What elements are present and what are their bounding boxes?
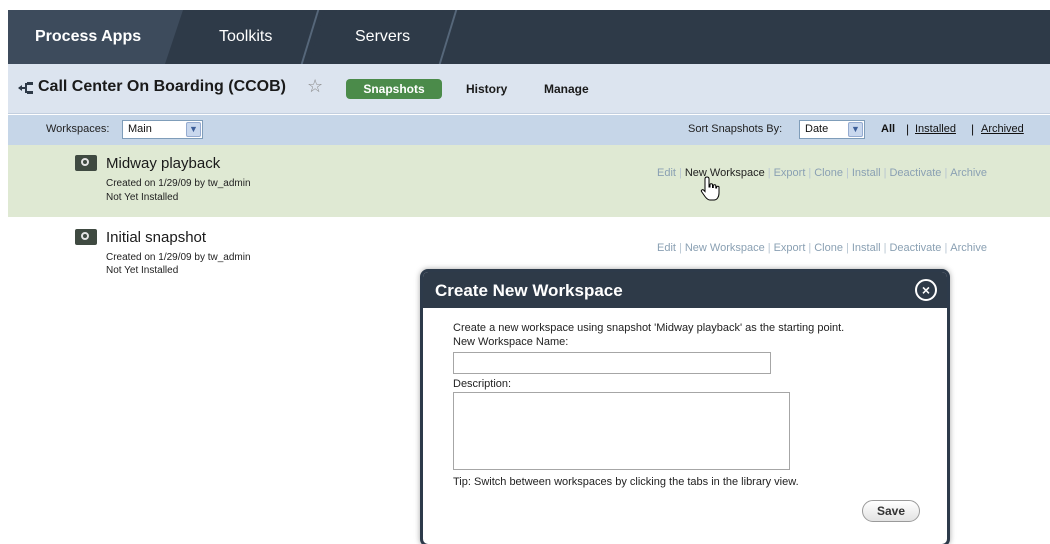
snapshot-created: Created on 1/29/09 by tw_admin (106, 178, 251, 189)
deactivate-link[interactable]: Deactivate (889, 242, 941, 254)
tab-manage[interactable]: Manage (544, 82, 589, 96)
tab-snapshots[interactable]: Snapshots (346, 79, 442, 99)
archive-link[interactable]: Archive (950, 167, 987, 179)
app-tree-icon (18, 82, 33, 94)
view-separator: | (971, 122, 975, 136)
workspace-select-value: Main (128, 123, 152, 135)
clone-link[interactable]: Clone (814, 167, 843, 179)
install-link[interactable]: Install (852, 242, 881, 254)
app-title: Call Center On Boarding (CCOB) (38, 78, 287, 95)
install-link[interactable]: Install (852, 167, 881, 179)
action-separator: | (883, 167, 887, 179)
camera-icon (75, 155, 97, 171)
action-separator: | (883, 242, 887, 254)
save-button[interactable]: Save (862, 500, 920, 522)
snapshot-created: Created on 1/29/09 by tw_admin (106, 252, 251, 263)
star-icon[interactable]: ☆ (307, 77, 323, 95)
archive-link[interactable]: Archive (950, 242, 987, 254)
hand-cursor-icon (700, 176, 720, 201)
description-textarea[interactable] (453, 392, 790, 470)
chevron-down-icon[interactable]: ▼ (848, 122, 863, 137)
action-separator: | (808, 167, 812, 179)
snapshot-actions: Edit | New Workspace | Export | Clone | Install |… (657, 242, 987, 254)
tab-history[interactable]: History (466, 82, 507, 96)
view-all-link[interactable]: All (881, 123, 895, 135)
snapshot-title[interactable]: Midway playback (106, 155, 220, 172)
edit-link[interactable]: Edit (657, 242, 676, 254)
export-link[interactable]: Export (774, 167, 806, 179)
export-link[interactable]: Export (774, 242, 806, 254)
edit-link[interactable]: Edit (657, 167, 676, 179)
action-separator: | (767, 242, 771, 254)
sort-label: Sort Snapshots By: (688, 123, 783, 135)
view-separator: | (906, 122, 910, 136)
new-workspace-link[interactable]: New Workspace (685, 242, 765, 254)
workspace-name-input[interactable] (453, 352, 771, 374)
action-separator: | (767, 167, 771, 179)
action-separator: | (678, 167, 682, 179)
action-separator: | (845, 167, 849, 179)
action-separator: | (808, 242, 812, 254)
action-separator: | (944, 167, 948, 179)
tab-toolkits[interactable]: Toolkits (165, 10, 325, 64)
description-label: Description: (453, 378, 512, 390)
action-separator: | (678, 242, 682, 254)
snapshot-status: Not Yet Installed (106, 192, 179, 203)
app-header: Call Center On Boarding (CCOB) ☆ Snapsho… (8, 64, 1050, 114)
workspace-name-label: New Workspace Name: (453, 336, 569, 348)
create-workspace-dialog: Create New Workspace × Create a new work… (420, 269, 950, 544)
sort-select[interactable]: Date ▼ (799, 120, 865, 139)
action-separator: | (845, 242, 849, 254)
dialog-intro: Create a new workspace using snapshot 'M… (453, 322, 845, 334)
filter-bar: Workspaces: Main ▼ Sort Snapshots By: Da… (8, 115, 1050, 145)
snapshot-title[interactable]: Initial snapshot (106, 229, 206, 246)
workspaces-label: Workspaces: (46, 123, 110, 135)
dialog-header: Create New Workspace × (423, 272, 947, 308)
tab-servers[interactable]: Servers (310, 10, 460, 64)
action-separator: | (944, 242, 948, 254)
snapshot-status: Not Yet Installed (106, 265, 179, 276)
workspace-select[interactable]: Main ▼ (122, 120, 203, 139)
deactivate-link[interactable]: Deactivate (889, 167, 941, 179)
new-workspace-link[interactable]: New Workspace (685, 167, 765, 179)
view-installed-link[interactable]: Installed (915, 123, 956, 135)
close-icon[interactable]: × (915, 279, 937, 301)
chevron-down-icon[interactable]: ▼ (186, 122, 201, 137)
camera-icon (75, 229, 97, 245)
dialog-tip: Tip: Switch between workspaces by clicki… (453, 476, 799, 488)
dialog-title: Create New Workspace (435, 281, 623, 300)
clone-link[interactable]: Clone (814, 242, 843, 254)
view-archived-link[interactable]: Archived (981, 123, 1024, 135)
sort-select-value: Date (805, 123, 829, 135)
app-window: Process Apps Toolkits Servers Call Cente… (0, 0, 1050, 544)
